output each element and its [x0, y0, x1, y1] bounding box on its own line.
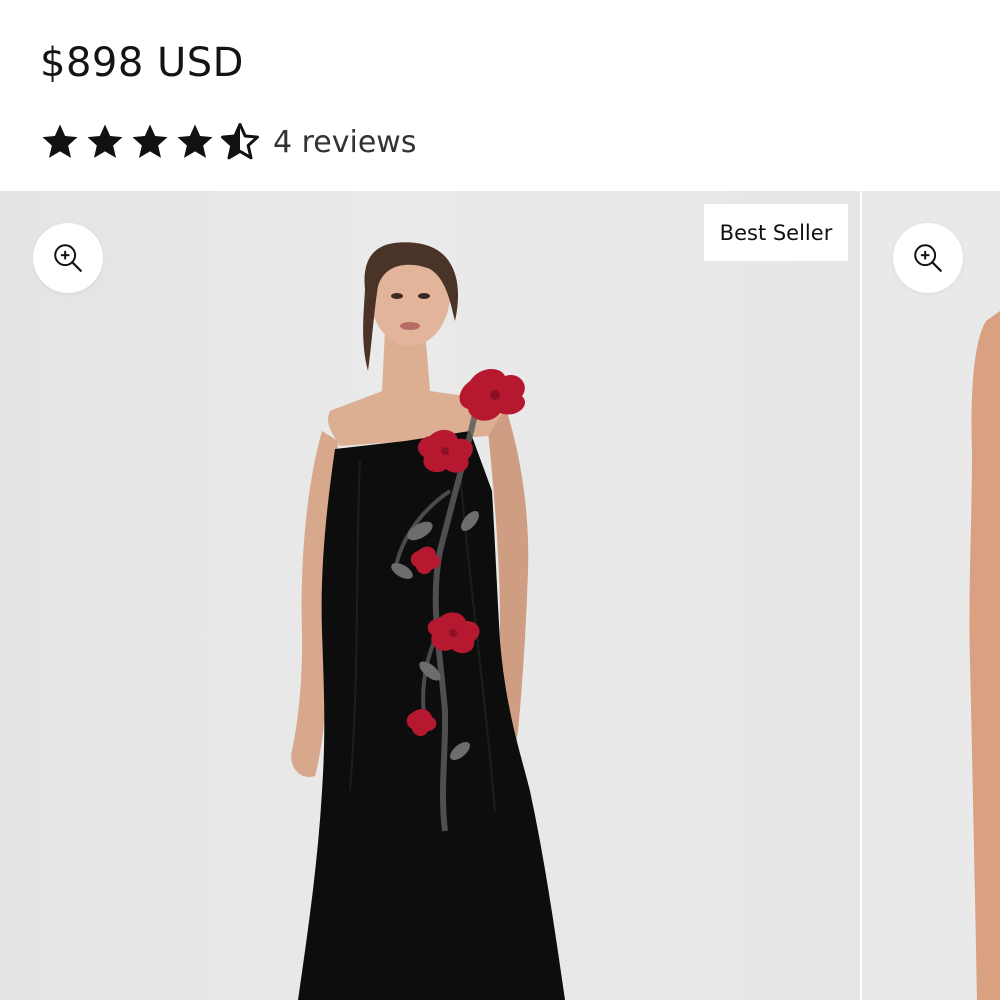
reviews-link[interactable]: 4 reviews [273, 125, 416, 160]
zoom-button[interactable] [893, 223, 963, 293]
star-full-icon [87, 124, 123, 158]
gallery-slide-main[interactable]: Best Seller [0, 191, 860, 1000]
rating-row[interactable]: 4 reviews [40, 118, 416, 166]
star-full-icon [42, 124, 78, 158]
star-half-icon [221, 123, 259, 160]
zoom-in-icon [54, 244, 82, 272]
star-full-icon [177, 124, 213, 158]
star-full-icon [132, 124, 168, 158]
zoom-button[interactable] [33, 223, 103, 293]
gallery-slide-next[interactable] [862, 191, 1000, 1000]
zoom-in-icon [914, 244, 942, 272]
star-rating [40, 122, 265, 162]
best-seller-badge: Best Seller [704, 204, 848, 261]
product-image-gallery[interactable]: Best Seller [0, 191, 1000, 1000]
product-photo [0, 191, 860, 1000]
product-price: $898 USD [40, 40, 244, 86]
product-photo-next [862, 191, 1000, 1000]
